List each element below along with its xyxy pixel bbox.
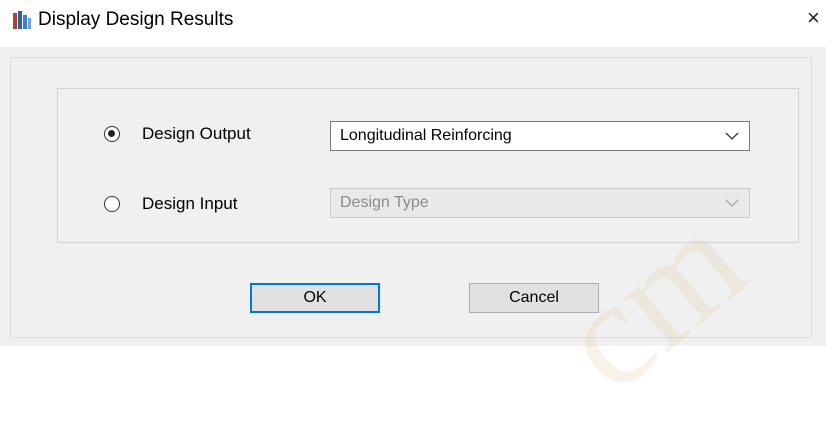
chevron-down-icon	[725, 199, 739, 207]
design-output-label: Design Output	[142, 124, 251, 143]
design-output-radio[interactable]	[104, 126, 120, 142]
design-output-option[interactable]: Design Output	[104, 122, 251, 146]
design-options-group: Design Output Longitudinal Reinforcing D…	[57, 88, 799, 243]
dialog-body: Design Output Longitudinal Reinforcing D…	[0, 47, 826, 346]
close-icon[interactable]: ×	[807, 6, 820, 30]
titlebar: Display Design Results ×	[0, 0, 826, 40]
design-input-dropdown: Design Type	[330, 188, 750, 218]
design-input-option[interactable]: Design Input	[104, 192, 237, 216]
app-icon	[13, 11, 31, 29]
design-input-radio[interactable]	[104, 196, 120, 212]
design-input-dropdown-value: Design Type	[340, 194, 429, 211]
design-output-dropdown[interactable]: Longitudinal Reinforcing	[330, 121, 750, 151]
window-title: Display Design Results	[38, 9, 234, 30]
design-output-dropdown-value: Longitudinal Reinforcing	[340, 127, 512, 144]
design-input-label: Design Input	[142, 194, 238, 213]
ok-button[interactable]: OK	[250, 283, 380, 313]
chevron-down-icon	[725, 132, 739, 140]
cancel-button[interactable]: Cancel	[469, 283, 599, 313]
